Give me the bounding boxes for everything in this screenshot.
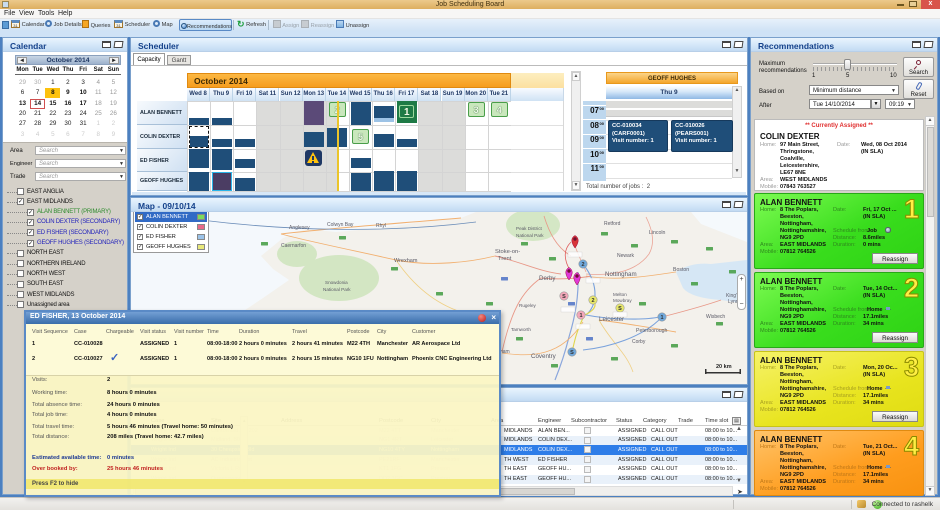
svg-text:Mowbray: Mowbray bbox=[613, 298, 632, 303]
svg-text:S: S bbox=[562, 294, 566, 300]
svg-text:National Park: National Park bbox=[323, 287, 351, 292]
svg-text:Corby: Corby bbox=[632, 339, 646, 345]
svg-text:Retford: Retford bbox=[604, 221, 621, 227]
svg-text:Rugeley: Rugeley bbox=[519, 303, 537, 308]
svg-text:Derby: Derby bbox=[539, 275, 556, 282]
svg-text:S: S bbox=[570, 350, 574, 356]
svg-text:Stoke-on-: Stoke-on- bbox=[495, 249, 520, 255]
svg-text:Trent: Trent bbox=[498, 256, 512, 262]
svg-text:Newark: Newark bbox=[617, 253, 634, 259]
svg-text:Peak District: Peak District bbox=[516, 226, 543, 231]
svg-text:National Park: National Park bbox=[516, 233, 544, 238]
svg-text:2: 2 bbox=[591, 298, 594, 304]
svg-text:Caernarfon: Caernarfon bbox=[281, 243, 306, 249]
svg-text:Anglesey: Anglesey bbox=[289, 225, 310, 231]
svg-text:Boston: Boston bbox=[673, 267, 689, 273]
svg-text:1: 1 bbox=[579, 313, 582, 319]
svg-text:20 km: 20 km bbox=[716, 364, 732, 370]
svg-text:Peterborough: Peterborough bbox=[636, 328, 668, 334]
svg-text:Melton: Melton bbox=[613, 292, 627, 297]
svg-text:S: S bbox=[618, 306, 622, 312]
svg-text:Lincoln: Lincoln bbox=[649, 230, 666, 236]
svg-text:Colwyn Bay: Colwyn Bay bbox=[327, 222, 354, 228]
svg-text:1: 1 bbox=[660, 315, 663, 321]
svg-text:Snowdonia: Snowdonia bbox=[325, 280, 348, 285]
svg-text:2: 2 bbox=[581, 262, 584, 268]
svg-text:Wrexham: Wrexham bbox=[394, 258, 418, 264]
svg-text:ham: ham bbox=[500, 349, 510, 355]
svg-text:Coventry: Coventry bbox=[531, 353, 557, 360]
svg-text:Nottingham: Nottingham bbox=[605, 271, 637, 278]
svg-text:Tamworth: Tamworth bbox=[511, 327, 531, 332]
svg-text:Wisbech: Wisbech bbox=[706, 314, 725, 320]
svg-text:Rhyl: Rhyl bbox=[376, 223, 386, 229]
